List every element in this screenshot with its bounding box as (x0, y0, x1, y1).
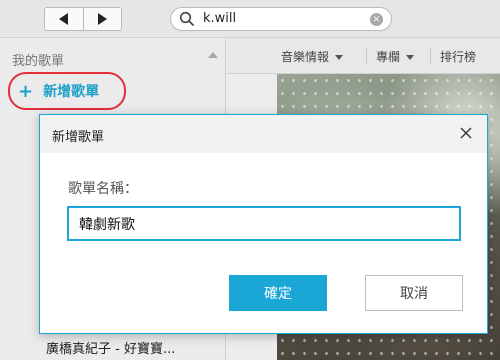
tab-column[interactable]: 專欄 (376, 48, 415, 65)
close-icon[interactable] (459, 126, 473, 140)
cancel-button[interactable]: 取消 (365, 275, 463, 311)
plus-icon: + (18, 80, 34, 102)
dialog-header: 新增歌單 (40, 115, 487, 153)
tab-divider (430, 47, 431, 65)
search-input-value[interactable]: k.will (203, 11, 236, 26)
search-box[interactable]: k.will × (170, 7, 392, 31)
content-tabs: 音樂情報 專欄 排行榜 (227, 38, 500, 74)
triangle-right-icon (97, 13, 107, 25)
tab-column-label: 專欄 (376, 50, 401, 64)
new-playlist-dialog: 新增歌單 歌單名稱： 確定 取消 (39, 114, 488, 334)
tab-charts-label: 排行榜 (440, 50, 477, 64)
clear-search-icon[interactable]: × (370, 13, 383, 26)
sidebar-title: 我的歌單 (12, 54, 65, 69)
tab-charts[interactable]: 排行榜 (440, 48, 476, 65)
add-playlist-label: 新增歌單 (43, 84, 100, 100)
forward-button[interactable] (82, 8, 122, 30)
search-icon (179, 11, 195, 27)
playlist-name-input[interactable] (67, 206, 461, 241)
top-toolbar: k.will × (0, 0, 500, 38)
back-button[interactable] (45, 8, 83, 30)
chevron-down-icon (335, 55, 344, 60)
tab-music-news-label: 音樂情報 (281, 50, 330, 64)
add-playlist-button[interactable]: + 新增歌單 (8, 72, 126, 110)
chevron-down-icon (406, 55, 415, 60)
dialog-title: 新增歌單 (52, 130, 105, 145)
playlist-name-label: 歌單名稱： (68, 181, 138, 197)
history-nav (44, 7, 122, 31)
triangle-left-icon (59, 13, 69, 25)
playlist-song-item[interactable]: 廣橋真紀子 - 好寶寶... (46, 338, 175, 357)
confirm-button[interactable]: 確定 (229, 275, 327, 311)
tab-divider (366, 47, 367, 65)
collapse-caret-icon[interactable] (208, 52, 218, 58)
tab-music-news[interactable]: 音樂情報 (281, 48, 344, 65)
